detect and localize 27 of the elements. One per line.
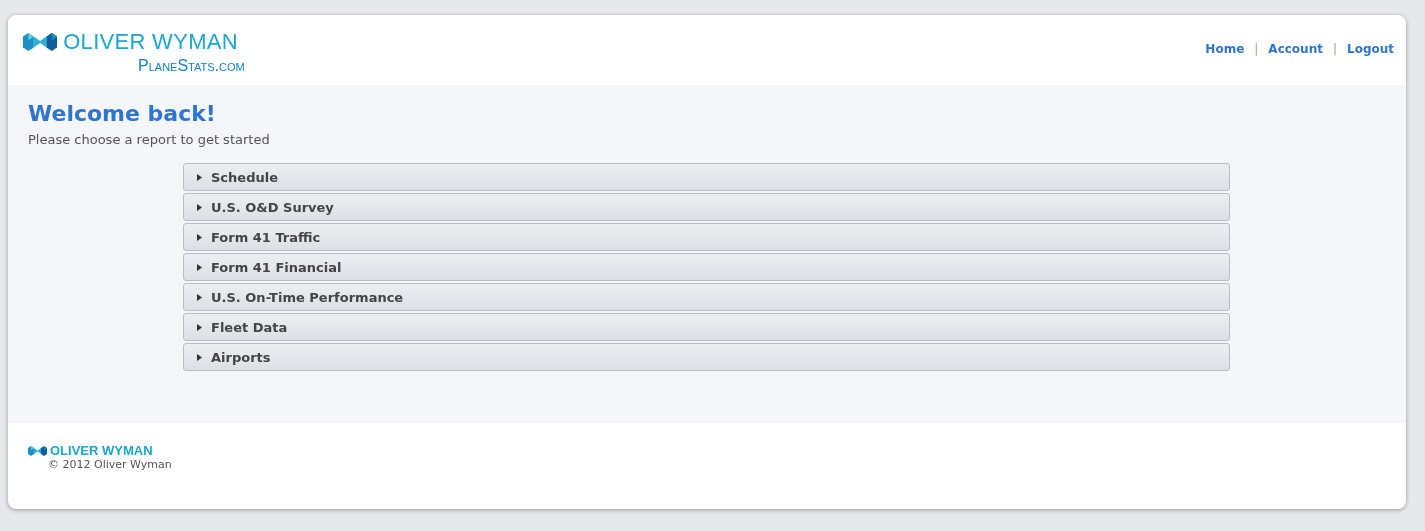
- expand-triangle-icon: [197, 173, 202, 181]
- nav-separator: |: [1332, 42, 1337, 56]
- report-accordion-header[interactable]: Form 41 Traffic: [183, 223, 1230, 251]
- nav-link[interactable]: Account: [1268, 42, 1323, 56]
- report-accordion-header[interactable]: Schedule: [183, 163, 1230, 191]
- copyright-text: © 2012 Oliver Wyman: [48, 458, 173, 471]
- site-name: PlaneStats.com: [138, 57, 245, 75]
- expand-triangle-icon: [197, 233, 202, 241]
- report-accordion-header[interactable]: Airports: [183, 343, 1230, 371]
- report-accordion-header[interactable]: Fleet Data: [183, 313, 1230, 341]
- welcome-subtitle: Please choose a report to get started: [28, 132, 271, 147]
- report-accordion-header[interactable]: U.S. O&D Survey: [183, 193, 1230, 221]
- nav-separator: |: [1254, 42, 1259, 56]
- report-accordion-header[interactable]: Form 41 Financial: [183, 253, 1230, 281]
- nav-link[interactable]: Logout: [1347, 42, 1394, 56]
- expand-triangle-icon: [197, 263, 202, 271]
- report-accordion-header[interactable]: U.S. On-Time Performance: [183, 283, 1230, 311]
- expand-triangle-icon: [197, 293, 202, 301]
- brand-name: OLIVER WYMAN: [63, 29, 238, 55]
- welcome-title: Welcome back!: [28, 101, 217, 126]
- expand-triangle-icon: [197, 323, 202, 331]
- brand-name: OLIVER WYMAN: [50, 443, 153, 458]
- nav-link[interactable]: Home: [1205, 42, 1245, 56]
- expand-triangle-icon: [197, 353, 202, 361]
- logo-icon: [28, 445, 47, 456]
- logo-icon: [23, 33, 58, 51]
- expand-triangle-icon: [197, 203, 202, 211]
